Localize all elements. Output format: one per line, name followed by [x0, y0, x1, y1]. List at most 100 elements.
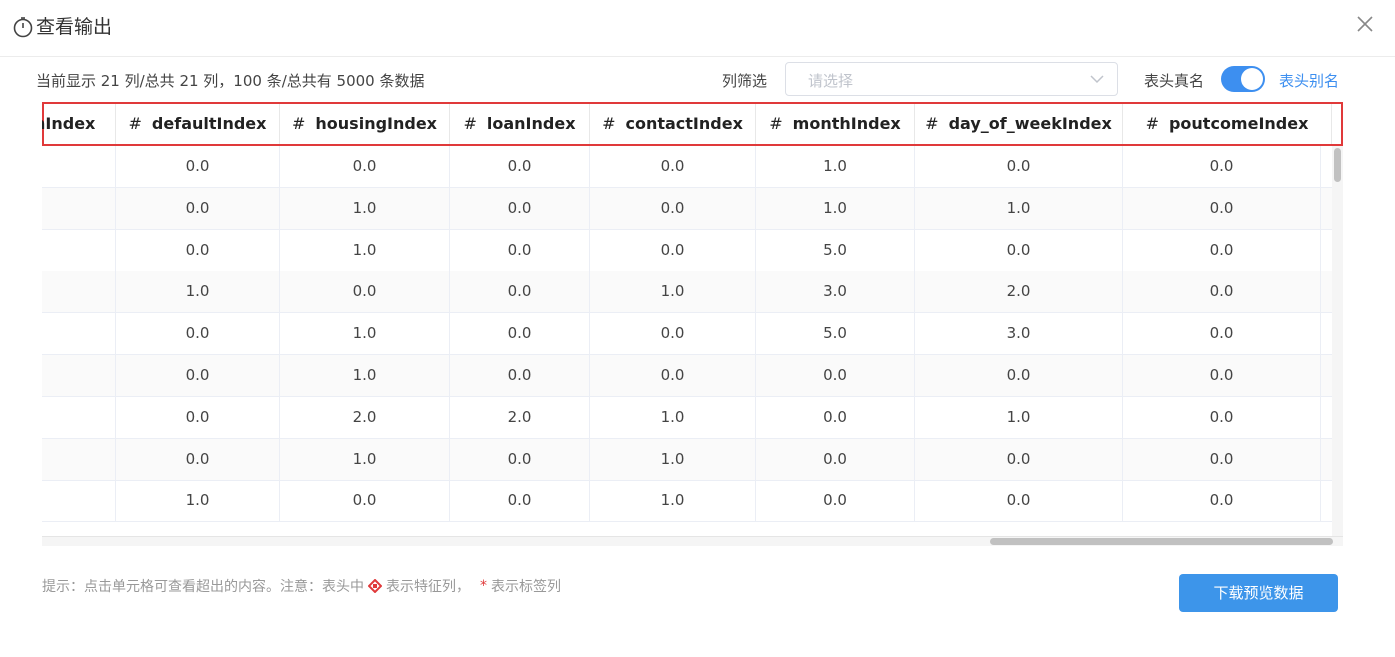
table-cell[interactable] [42, 313, 116, 355]
column-header[interactable]: # monthIndex [756, 104, 915, 144]
table-cell[interactable]: 0.0 [1123, 355, 1321, 396]
table-cell[interactable]: 0.0 [450, 271, 590, 313]
table-cell[interactable]: 0.0 [116, 313, 280, 355]
table-cell[interactable]: 1.0 [590, 438, 756, 480]
table-cell[interactable]: 1.0 [280, 355, 450, 396]
table-cell[interactable] [42, 146, 116, 187]
header-name-toggle[interactable] [1221, 66, 1265, 92]
table-cell[interactable] [42, 355, 116, 396]
table-cell[interactable]: 0.0 [756, 438, 915, 480]
table-cell[interactable]: 0.0 [116, 187, 280, 229]
table-cell[interactable]: 0.0 [590, 146, 756, 187]
vertical-scroll-thumb[interactable] [1334, 148, 1341, 182]
timer-icon [13, 17, 33, 38]
table-cell[interactable]: 1.0 [280, 438, 450, 480]
numeric-type-icon: # [1145, 114, 1159, 133]
table-cell[interactable] [42, 229, 116, 271]
table-cell[interactable] [42, 271, 116, 313]
table-cell[interactable]: 0.0 [1123, 187, 1321, 229]
table-cell[interactable]: 0.0 [450, 146, 590, 187]
table-cell[interactable]: 0.0 [116, 146, 280, 187]
table-cell[interactable]: 0.0 [590, 355, 756, 396]
table-cell[interactable]: 0.0 [1123, 438, 1321, 480]
table-cell[interactable]: 0.0 [116, 355, 280, 396]
table-cell[interactable]: 0.0 [116, 229, 280, 271]
table-cell[interactable]: 1.0 [915, 396, 1123, 438]
table-cell[interactable]: 0.0 [1123, 229, 1321, 271]
table-row: 0.0 1.0 0.0 0.0 5.0 3.0 0.0 [42, 313, 1332, 356]
table-cell[interactable]: 3.0 [756, 271, 915, 313]
table-cell[interactable]: 0.0 [450, 229, 590, 271]
table-cell[interactable]: 0.0 [915, 229, 1123, 271]
table-cell[interactable]: 1.0 [590, 396, 756, 438]
table-cell[interactable]: 0.0 [590, 313, 756, 355]
column-header[interactable]: # defaultIndex [116, 104, 280, 144]
column-header-label: contactIndex [625, 114, 743, 133]
table-cell[interactable]: 0.0 [756, 355, 915, 396]
table-cell[interactable]: 0.0 [450, 187, 590, 229]
table-cell[interactable]: 0.0 [280, 480, 450, 522]
table-cell[interactable]: 0.0 [1123, 313, 1321, 355]
table-cell[interactable]: 0.0 [1123, 396, 1321, 438]
table-cell[interactable]: 0.0 [450, 438, 590, 480]
table-cell[interactable] [42, 187, 116, 229]
table-cell[interactable]: 0.0 [756, 480, 915, 522]
column-header[interactable]: nIndex [42, 104, 116, 144]
table-cell[interactable]: 1.0 [915, 187, 1123, 229]
column-header[interactable]: # housingIndex [280, 104, 450, 144]
table-cell[interactable] [42, 438, 116, 480]
table-cell[interactable]: 0.0 [116, 438, 280, 480]
table-cell[interactable]: 0.0 [915, 355, 1123, 396]
table-cell[interactable] [42, 480, 116, 522]
table-cell[interactable]: 0.0 [756, 396, 915, 438]
table-cell[interactable]: 0.0 [280, 146, 450, 187]
horizontal-scroll-thumb[interactable] [990, 538, 1333, 545]
table-cell[interactable]: 1.0 [280, 187, 450, 229]
table-cell[interactable]: 5.0 [756, 313, 915, 355]
table-cell[interactable]: 1.0 [756, 146, 915, 187]
table-cell[interactable]: 0.0 [915, 146, 1123, 187]
horizontal-scrollbar[interactable] [42, 536, 1343, 546]
hint-label: 表示标签列 [491, 579, 561, 595]
table-cell[interactable]: 1.0 [280, 313, 450, 355]
close-icon[interactable] [1355, 14, 1375, 34]
table-cell[interactable]: 0.0 [1123, 146, 1321, 187]
column-filter-select[interactable]: 请选择 [785, 62, 1118, 96]
numeric-type-icon: # [769, 114, 783, 133]
table-cell[interactable]: 3.0 [915, 313, 1123, 355]
table-row: 0.0 1.0 0.0 0.0 0.0 0.0 0.0 [42, 355, 1332, 397]
vertical-scrollbar[interactable] [1332, 146, 1343, 536]
table-cell[interactable]: 2.0 [915, 271, 1123, 313]
table-cell[interactable]: 0.0 [1123, 480, 1321, 522]
table-cell[interactable]: 5.0 [756, 229, 915, 271]
table-cell[interactable]: 1.0 [590, 271, 756, 313]
column-header[interactable]: # contactIndex [590, 104, 756, 144]
dialog-header: 查看输出 [0, 0, 1395, 57]
download-preview-button[interactable]: 下载预览数据 [1179, 574, 1338, 612]
table-cell[interactable]: 0.0 [116, 396, 280, 438]
table-row: 1.0 0.0 0.0 1.0 0.0 0.0 0.0 [42, 480, 1332, 523]
table-cell[interactable]: 0.0 [1123, 271, 1321, 313]
table-cell[interactable]: 1.0 [756, 187, 915, 229]
numeric-type-icon: # [602, 114, 616, 133]
table-cell[interactable]: 1.0 [280, 229, 450, 271]
table-cell[interactable]: 0.0 [450, 355, 590, 396]
table-cell[interactable]: 1.0 [590, 480, 756, 522]
column-header[interactable]: # day_of_weekIndex [915, 104, 1123, 144]
table-cell[interactable]: 0.0 [590, 229, 756, 271]
table-cell[interactable]: 0.0 [915, 438, 1123, 480]
table-cell[interactable]: 1.0 [116, 480, 280, 522]
table-cell[interactable]: 0.0 [590, 187, 756, 229]
data-count-info: 当前显示 21 列/总共 21 列，100 条/总共有 5000 条数据 [36, 72, 425, 90]
table-cell[interactable]: 1.0 [116, 271, 280, 313]
table-cell[interactable] [42, 396, 116, 438]
table-row: 0.0 2.0 2.0 1.0 0.0 1.0 0.0 [42, 396, 1332, 439]
column-header[interactable]: # loanIndex [450, 104, 590, 144]
column-header[interactable]: # poutcomeIndex [1123, 104, 1332, 144]
table-cell[interactable]: 0.0 [450, 480, 590, 522]
table-cell[interactable]: 0.0 [450, 313, 590, 355]
table-cell[interactable]: 0.0 [280, 271, 450, 313]
table-cell[interactable]: 2.0 [280, 396, 450, 438]
table-cell[interactable]: 0.0 [915, 480, 1123, 522]
table-cell[interactable]: 2.0 [450, 396, 590, 438]
